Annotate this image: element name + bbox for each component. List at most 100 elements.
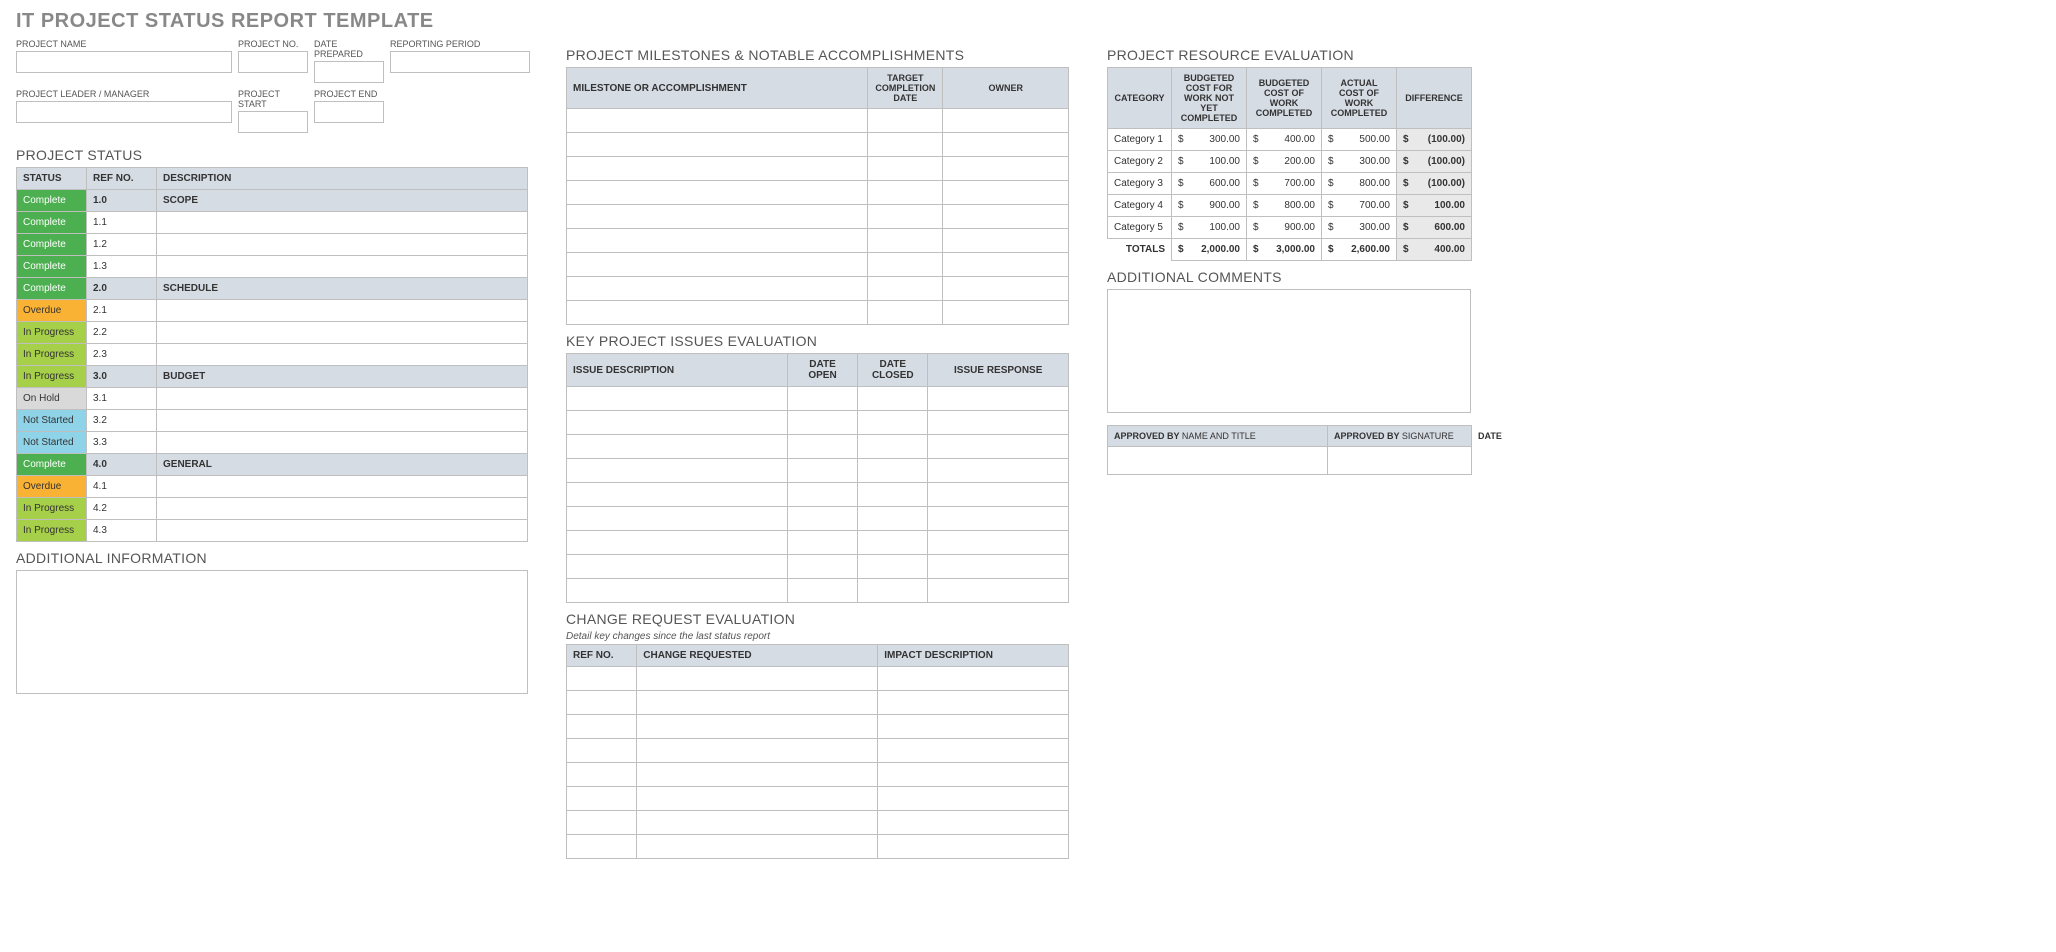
empty-cell[interactable] xyxy=(928,531,1069,555)
empty-cell[interactable] xyxy=(868,133,943,157)
empty-cell[interactable] xyxy=(878,787,1069,811)
empty-cell[interactable] xyxy=(928,411,1069,435)
empty-cell[interactable] xyxy=(787,555,857,579)
comments-box[interactable] xyxy=(1107,289,1471,413)
empty-cell[interactable] xyxy=(878,715,1069,739)
status-cell[interactable]: Complete xyxy=(17,212,87,234)
empty-cell[interactable] xyxy=(928,579,1069,603)
empty-cell[interactable] xyxy=(787,483,857,507)
empty-cell[interactable] xyxy=(567,739,637,763)
status-cell[interactable]: Not Started xyxy=(17,432,87,454)
empty-cell[interactable] xyxy=(637,739,878,763)
empty-cell[interactable] xyxy=(637,835,878,859)
empty-cell[interactable] xyxy=(858,483,928,507)
empty-cell[interactable] xyxy=(567,667,637,691)
empty-cell[interactable] xyxy=(858,507,928,531)
empty-cell[interactable] xyxy=(878,763,1069,787)
empty-cell[interactable] xyxy=(637,811,878,835)
empty-cell[interactable] xyxy=(943,253,1069,277)
empty-cell[interactable] xyxy=(858,435,928,459)
empty-cell[interactable] xyxy=(928,483,1069,507)
empty-cell[interactable] xyxy=(858,411,928,435)
empty-cell[interactable] xyxy=(928,555,1069,579)
status-cell[interactable]: In Progress xyxy=(17,344,87,366)
empty-cell[interactable] xyxy=(567,277,868,301)
empty-cell[interactable] xyxy=(943,301,1069,325)
input-project-name[interactable] xyxy=(16,51,232,73)
empty-cell[interactable] xyxy=(567,787,637,811)
empty-cell[interactable] xyxy=(567,835,637,859)
empty-cell[interactable] xyxy=(787,507,857,531)
empty-cell[interactable] xyxy=(637,787,878,811)
empty-cell[interactable] xyxy=(928,459,1069,483)
status-cell[interactable]: Overdue xyxy=(17,476,87,498)
empty-cell[interactable] xyxy=(868,253,943,277)
status-cell[interactable]: In Progress xyxy=(17,520,87,542)
empty-cell[interactable] xyxy=(567,301,868,325)
status-cell[interactable]: Complete xyxy=(17,256,87,278)
empty-cell[interactable] xyxy=(567,109,868,133)
empty-cell[interactable] xyxy=(868,229,943,253)
empty-cell[interactable] xyxy=(868,301,943,325)
empty-cell[interactable] xyxy=(787,459,857,483)
empty-cell[interactable] xyxy=(878,691,1069,715)
empty-cell[interactable] xyxy=(858,579,928,603)
empty-cell[interactable] xyxy=(787,579,857,603)
empty-cell[interactable] xyxy=(943,205,1069,229)
status-cell[interactable]: In Progress xyxy=(17,322,87,344)
empty-cell[interactable] xyxy=(567,811,637,835)
empty-cell[interactable] xyxy=(567,229,868,253)
input-project-no[interactable] xyxy=(238,51,308,73)
input-date-prepared[interactable] xyxy=(314,61,384,83)
status-cell[interactable]: Complete xyxy=(17,278,87,300)
empty-cell[interactable] xyxy=(637,691,878,715)
empty-cell[interactable] xyxy=(567,691,637,715)
empty-cell[interactable] xyxy=(868,205,943,229)
empty-cell[interactable] xyxy=(858,459,928,483)
empty-cell[interactable] xyxy=(868,277,943,301)
empty-cell[interactable] xyxy=(868,157,943,181)
empty-cell[interactable] xyxy=(878,835,1069,859)
empty-cell[interactable] xyxy=(858,531,928,555)
empty-cell[interactable] xyxy=(567,763,637,787)
empty-cell[interactable] xyxy=(567,483,788,507)
status-cell[interactable]: In Progress xyxy=(17,366,87,388)
empty-cell[interactable] xyxy=(787,435,857,459)
empty-cell[interactable] xyxy=(868,109,943,133)
status-cell[interactable]: Not Started xyxy=(17,410,87,432)
empty-cell[interactable] xyxy=(943,277,1069,301)
empty-cell[interactable] xyxy=(787,531,857,555)
empty-cell[interactable] xyxy=(567,555,788,579)
input-project-leader[interactable] xyxy=(16,101,232,123)
additional-info-box[interactable] xyxy=(16,570,528,694)
status-cell[interactable]: Complete xyxy=(17,190,87,212)
empty-cell[interactable] xyxy=(858,387,928,411)
empty-cell[interactable] xyxy=(567,411,788,435)
empty-cell[interactable] xyxy=(567,253,868,277)
empty-cell[interactable] xyxy=(943,229,1069,253)
status-cell[interactable]: On Hold xyxy=(17,388,87,410)
input-reporting-period[interactable] xyxy=(390,51,530,73)
cell-approved-sig[interactable] xyxy=(1328,447,1472,475)
empty-cell[interactable] xyxy=(787,411,857,435)
empty-cell[interactable] xyxy=(567,715,637,739)
empty-cell[interactable] xyxy=(567,579,788,603)
empty-cell[interactable] xyxy=(567,205,868,229)
empty-cell[interactable] xyxy=(637,763,878,787)
empty-cell[interactable] xyxy=(787,387,857,411)
empty-cell[interactable] xyxy=(878,739,1069,763)
empty-cell[interactable] xyxy=(943,109,1069,133)
empty-cell[interactable] xyxy=(928,507,1069,531)
empty-cell[interactable] xyxy=(878,811,1069,835)
empty-cell[interactable] xyxy=(567,459,788,483)
empty-cell[interactable] xyxy=(868,181,943,205)
empty-cell[interactable] xyxy=(567,133,868,157)
empty-cell[interactable] xyxy=(567,435,788,459)
empty-cell[interactable] xyxy=(567,507,788,531)
input-project-end[interactable] xyxy=(314,101,384,123)
empty-cell[interactable] xyxy=(943,181,1069,205)
empty-cell[interactable] xyxy=(637,667,878,691)
empty-cell[interactable] xyxy=(928,387,1069,411)
empty-cell[interactable] xyxy=(943,133,1069,157)
cell-approved-name[interactable] xyxy=(1108,447,1328,475)
